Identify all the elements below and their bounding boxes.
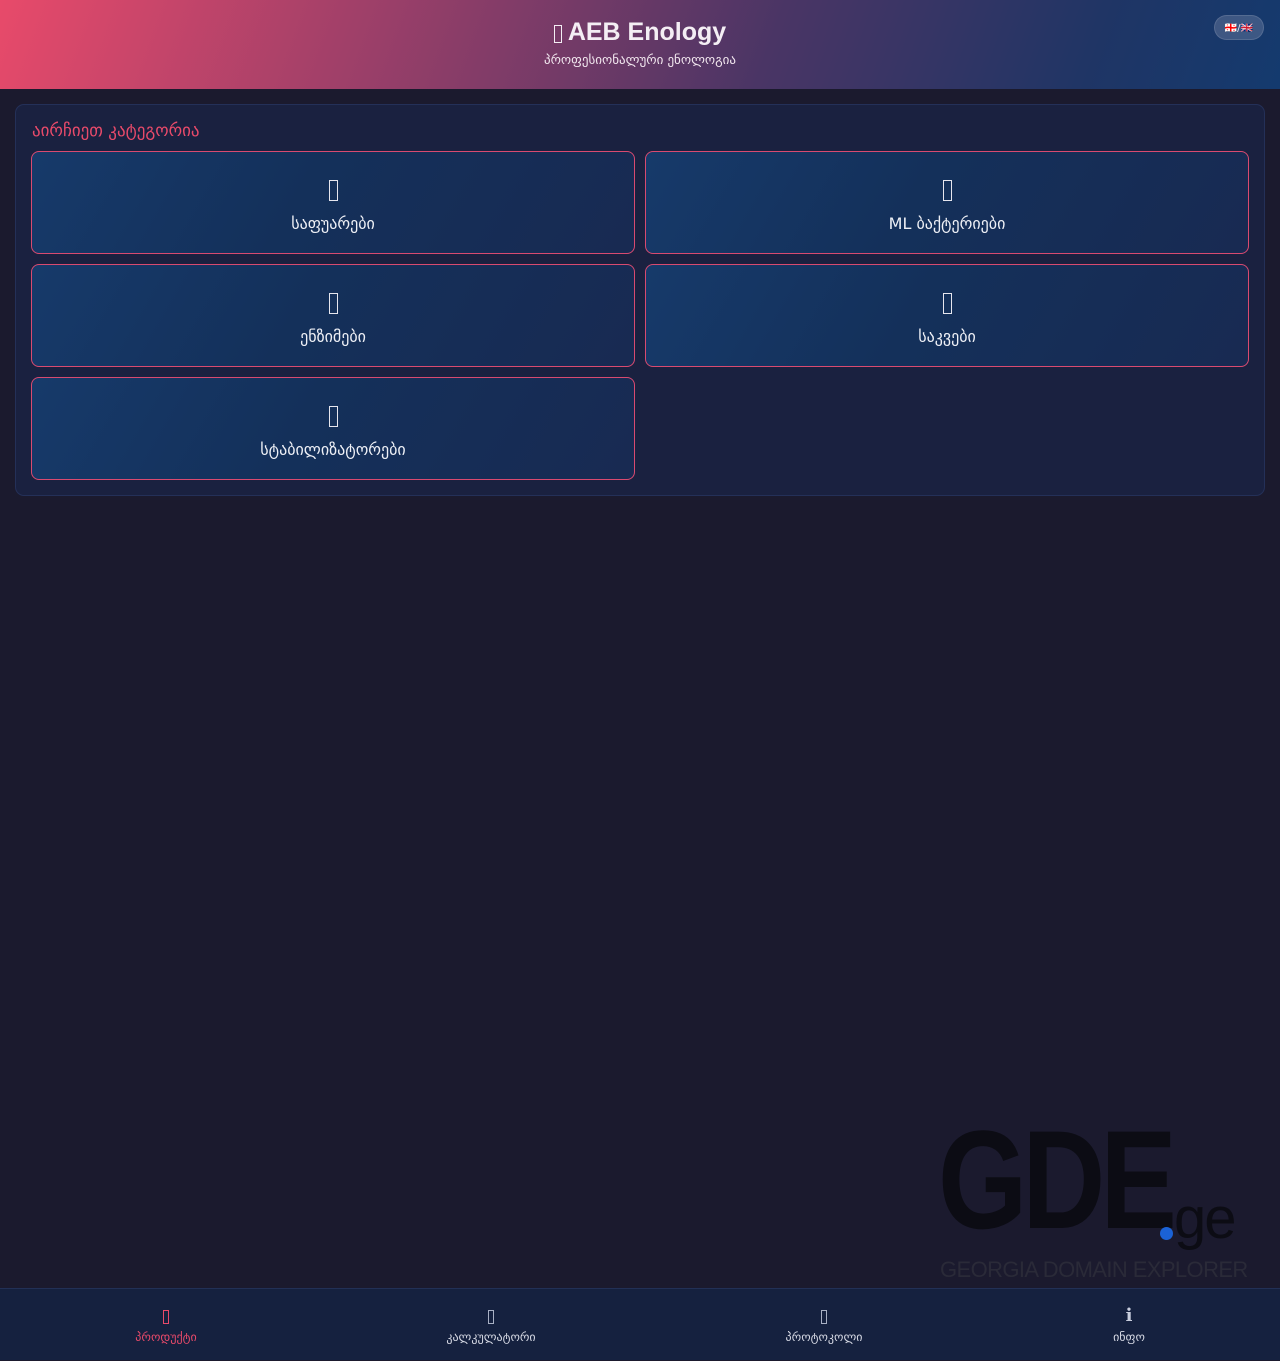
bacteria-icon [646,176,1248,204]
language-toggle-button[interactable]: 🇬🇪/🇬🇧 [1213,15,1264,40]
watermark-dot [1160,1227,1173,1240]
category-label: საფუარები [291,214,375,233]
watermark-tagline: GEORGIA DOMAIN EXPLORER [940,1257,1248,1282]
info-icon: i [1125,1305,1133,1326]
nutrient-icon [646,289,1248,317]
app-title: AEB Enology [0,18,1280,47]
enzyme-icon [32,289,634,317]
yeast-icon [32,176,634,204]
nav-item-info[interactable]: i ინფო [1029,1289,1229,1361]
nav-item-products[interactable]: პროდუქტი [66,1289,266,1361]
calculator-icon [391,1307,591,1325]
app-title-text: AEB Enology [567,18,727,46]
wine-glass-icon [553,20,562,46]
category-label: საკვები [918,327,976,346]
watermark-tld: ge [1174,1186,1236,1251]
category-label: ენზიმები [300,327,366,346]
nav-label: პროდუქტი [135,1330,197,1344]
nav-item-calculator[interactable]: კალკულატორი [391,1289,591,1361]
stabilizer-icon [32,402,634,430]
category-card-ml-bacteria[interactable]: ML ბაქტერიები [645,151,1249,254]
category-card-nutrients[interactable]: საკვები [645,264,1249,367]
panel-title: აირჩიეთ კატეგორია [32,121,200,141]
category-label: სტაბილიზატორები [260,440,406,459]
watermark-brand: GDE [938,1101,1177,1258]
category-panel: აირჩიეთ კატეგორია საფუარები ML ბაქტერიებ… [15,104,1265,496]
bottom-navigation: პროდუქტი კალკულატორი პროტოკოლი i ინფო [0,1288,1280,1360]
nav-item-protocol[interactable]: პროტოკოლი [724,1289,924,1361]
category-card-yeasts[interactable]: საფუარები [31,151,635,254]
app-header: AEB Enology პროფესიონალური ენოლოგია 🇬🇪/🇬… [0,0,1280,89]
nav-label: პროტოკოლი [785,1330,863,1344]
category-label: ML ბაქტერიები [888,214,1006,233]
nav-label: ინფო [1113,1330,1145,1344]
category-card-enzymes[interactable]: ენზიმები [31,264,635,367]
gde-watermark-logo: GDE ge GEORGIA DOMAIN EXPLORER [938,1101,1248,1285]
nav-label: კალკულატორი [446,1330,536,1344]
app-subtitle: პროფესიონალური ენოლოგია [543,53,737,68]
protocol-icon [724,1307,924,1325]
products-icon [66,1307,266,1325]
category-card-stabilizers[interactable]: სტაბილიზატორები [31,377,635,480]
